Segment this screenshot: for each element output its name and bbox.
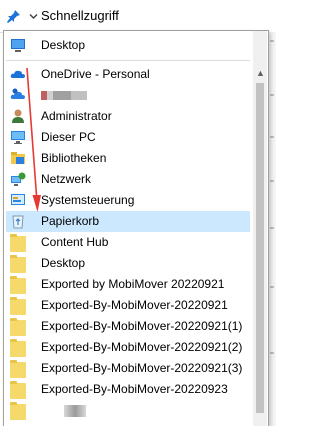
list-item-label: Content Hub: [41, 235, 109, 249]
address-bar: Schnellzugriff: [0, 0, 276, 33]
list-item-onedrive[interactable]: OneDrive - Personal: [6, 64, 250, 85]
list-item-label: Bibliotheken: [41, 151, 107, 165]
address-bar-location[interactable]: Schnellzugriff: [41, 8, 119, 24]
scrollbar-thumb[interactable]: [256, 83, 264, 413]
folder-icon: [10, 276, 26, 294]
list-item-folder[interactable]: Exported by MobiMover 20220921: [6, 274, 250, 295]
list-item-label: Exported-By-MobiMover-20220921: [41, 298, 228, 312]
list-item-folder[interactable]: Exported-By-MobiMover-20220921(3): [6, 358, 250, 379]
network-icon: [11, 172, 26, 186]
list-item-label: Desktop: [41, 38, 86, 52]
list-item-label: Exported-By-MobiMover-20220921(3): [41, 361, 243, 375]
folder-icon: [10, 234, 26, 252]
window-edge: [268, 32, 276, 426]
list-item-label: OneDrive - Personal: [41, 67, 150, 81]
folder-icon: [10, 360, 26, 378]
list-item-systemsteuerung[interactable]: Systemsteuerung: [6, 190, 250, 211]
recycle-bin-icon: [12, 215, 24, 229]
list-item-label: Systemsteuerung: [41, 193, 135, 207]
list-item-label: Papierkorb: [41, 214, 100, 228]
list-item-papierkorb[interactable]: Papierkorb: [6, 211, 250, 232]
desktop-icon: [11, 39, 25, 52]
separator: [6, 60, 250, 61]
list-item-label: Administrator: [41, 109, 112, 123]
list-item-desktop[interactable]: Desktop: [6, 35, 250, 56]
scrollbar[interactable]: ▲: [253, 31, 267, 426]
user-cloud-icon: [10, 88, 25, 99]
list-item-label: Exported-By-MobiMover-20220923: [41, 382, 228, 396]
scroll-up-icon[interactable]: ▲: [256, 69, 265, 78]
pin-icon[interactable]: [7, 9, 21, 23]
computer-icon: [11, 131, 25, 144]
redacted-label: [41, 91, 87, 100]
location-dropdown: Desktop OneDrive - Personal Administrato…: [3, 30, 269, 426]
list-item-folder[interactable]: Desktop: [6, 253, 250, 274]
folder-icon: [10, 318, 26, 336]
folder-icon: [10, 339, 26, 357]
list-item-label: Netzwerk: [41, 172, 92, 186]
redacted-label: [64, 405, 86, 417]
list-item-label: Exported by MobiMover 20220921: [41, 277, 225, 291]
list-item-label: Exported-By-MobiMover-20220921(2): [41, 340, 243, 354]
folder-icon: [10, 255, 26, 273]
folder-icon: [10, 297, 26, 315]
chevron-down-icon[interactable]: [29, 12, 38, 21]
list-item-folder[interactable]: Exported-By-MobiMover-20220921(1): [6, 316, 250, 337]
onedrive-icon: [10, 70, 25, 78]
list-item-label: Dieser PC: [41, 130, 96, 144]
list-item-folder[interactable]: Exported-By-MobiMover-20220921(2): [6, 337, 250, 358]
list-item-label: Desktop: [41, 256, 86, 270]
list-item-folder[interactable]: [6, 400, 250, 421]
folder-icon: [10, 381, 26, 399]
list-item-label: Exported-By-MobiMover-20220921(1): [41, 319, 243, 333]
control-panel-icon: [11, 194, 25, 205]
libraries-icon: [11, 152, 25, 164]
user-icon: [12, 109, 24, 123]
list-item-folder[interactable]: Exported-By-MobiMover-20220921: [6, 295, 250, 316]
list-item-bibliotheken[interactable]: Bibliotheken: [6, 148, 250, 169]
list-item-user-cloud[interactable]: [6, 85, 250, 106]
list-item-dieser-pc[interactable]: Dieser PC: [6, 127, 250, 148]
list-item-administrator[interactable]: Administrator: [6, 106, 250, 127]
list-item-folder[interactable]: Content Hub: [6, 232, 250, 253]
list-item-folder[interactable]: Exported-By-MobiMover-20220923: [6, 379, 250, 400]
list-item-netzwerk[interactable]: Netzwerk: [6, 169, 250, 190]
folder-icon: [10, 402, 26, 420]
